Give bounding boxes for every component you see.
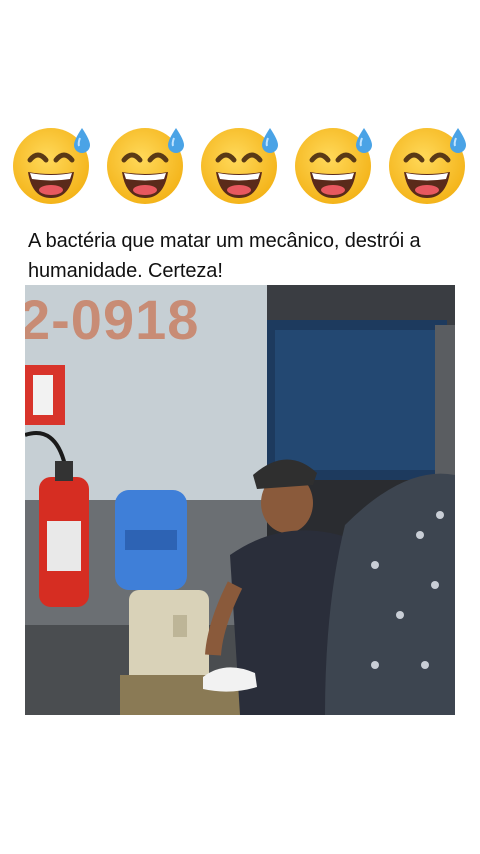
post-page: A bactéria que matar um mecânico, destró… (0, 0, 480, 854)
grinning-face-with-sweat-icon (102, 118, 192, 208)
grinning-face-with-sweat-icon (8, 118, 98, 208)
grinning-face-with-sweat-icon (196, 118, 286, 208)
grinning-face-with-sweat-icon (290, 118, 380, 208)
wall-number-text: 2-0918 (25, 288, 200, 351)
post-caption: A bactéria que matar um mecânico, destró… (28, 230, 421, 282)
grinning-face-with-sweat-icon (384, 118, 474, 208)
emoji-reaction-row (0, 118, 480, 208)
post-photo[interactable]: 2-0918 (25, 285, 455, 715)
